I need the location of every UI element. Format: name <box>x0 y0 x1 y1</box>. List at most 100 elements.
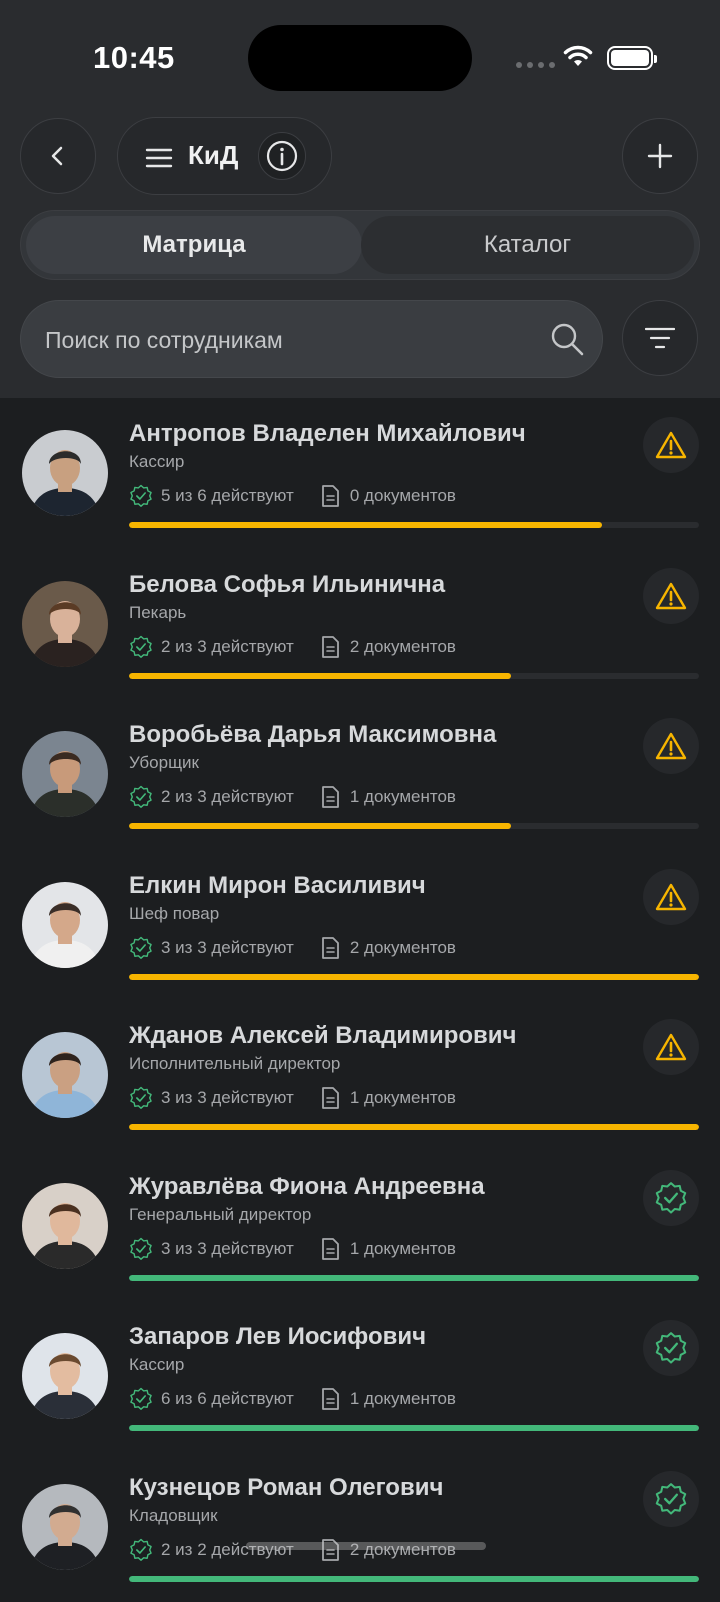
employee-row[interactable]: Воробьёва Дарья Максимовна Уборщик 2 из 3 … <box>0 699 720 850</box>
employee-name: Воробьёва Дарья Максимовна <box>129 721 496 749</box>
wifi-icon <box>562 44 594 68</box>
documents-count-label: 1 документов <box>350 1239 456 1259</box>
avatar-photo <box>22 731 108 817</box>
progress-fill <box>129 1425 699 1431</box>
employee-row[interactable]: Жданов Алексей ВладимировичИсполнительны… <box>0 1000 720 1151</box>
home-indicator[interactable] <box>246 1542 486 1550</box>
active-count: 2 из 3 действуют <box>129 635 294 659</box>
employee-role: Кассир <box>129 1355 184 1375</box>
employee-role: Генеральный директор <box>129 1205 311 1225</box>
employee-row[interactable]: Елкин Мирон ВасиливичШеф повар3 из 3 дей… <box>0 850 720 1001</box>
battery-icon <box>607 46 653 70</box>
page-title: КиД <box>188 140 238 171</box>
avatar <box>22 1032 108 1118</box>
employee-name: Антропов Владелен Михайлович <box>129 420 526 448</box>
avatar <box>22 1484 108 1570</box>
employee-meta: 5 из 6 действуют0 документов <box>129 484 456 508</box>
add-button[interactable] <box>622 118 698 194</box>
progress-fill <box>129 1576 699 1582</box>
employee-role: Кладовщик <box>129 1506 218 1526</box>
employee-row[interactable]: Кузнецов Роман ОлеговичКладовщик2 из 2 д… <box>0 1452 720 1602</box>
verified-badge-icon <box>654 1331 688 1365</box>
active-count-label: 2 из 3 действуют <box>161 637 294 657</box>
status-button[interactable] <box>643 568 699 624</box>
check-badge-icon <box>129 484 153 508</box>
status-button[interactable] <box>643 718 699 774</box>
avatar-photo <box>22 1333 108 1419</box>
tab-matrix[interactable]: Матрица <box>26 216 362 274</box>
status-button[interactable] <box>643 869 699 925</box>
check-badge-icon <box>129 785 153 809</box>
active-count: 6 из 6 действуют <box>129 1387 294 1411</box>
warning-icon <box>655 882 687 912</box>
view-switcher: Матрица Каталог <box>20 210 700 280</box>
documents-count: 2 документов <box>320 936 456 960</box>
documents-count: 1 документов <box>320 785 456 809</box>
employee-name: Жданов Алексей Владимирович <box>129 1022 516 1050</box>
active-count: 3 из 3 действуют <box>129 936 294 960</box>
info-button[interactable] <box>258 132 306 180</box>
progress-bar <box>129 522 699 528</box>
status-button[interactable] <box>643 1019 699 1075</box>
warning-icon <box>655 430 687 460</box>
active-count: 5 из 6 действуют <box>129 484 294 508</box>
avatar-photo <box>22 1183 108 1269</box>
documents-count-label: 2 документов <box>350 938 456 958</box>
avatar <box>22 1333 108 1419</box>
document-icon <box>320 1086 340 1110</box>
documents-count-label: 1 документов <box>350 1088 456 1108</box>
active-count: 3 из 3 действуют <box>129 1237 294 1261</box>
search-icon[interactable] <box>549 321 585 357</box>
avatar <box>22 1183 108 1269</box>
employee-role: Пекарь <box>129 603 186 623</box>
status-button[interactable] <box>643 1320 699 1376</box>
documents-count: 1 документов <box>320 1237 456 1261</box>
progress-bar <box>129 1124 699 1130</box>
documents-count: 1 документов <box>320 1086 456 1110</box>
check-badge-icon <box>129 1237 153 1261</box>
employee-row[interactable]: Журавлёва Фиона Андреевна Генеральный дир… <box>0 1151 720 1302</box>
status-button[interactable] <box>643 417 699 473</box>
active-count-label: 3 из 3 действуют <box>161 1088 294 1108</box>
employee-meta: 2 из 3 действуют 1 документов <box>129 785 456 809</box>
search-input[interactable] <box>43 317 537 363</box>
active-count-label: 5 из 6 действуют <box>161 486 294 506</box>
employee-name: Журавлёва Фиона Андреевна <box>129 1173 485 1201</box>
status-button[interactable] <box>643 1170 699 1226</box>
employee-row[interactable]: Запаров Лев Иосифович Кассир 6 из 6 действ… <box>0 1301 720 1452</box>
employee-meta: 3 из 3 действуют 1 документов <box>129 1237 456 1261</box>
dynamic-island <box>248 25 472 91</box>
filter-button[interactable] <box>622 300 698 376</box>
documents-count: 1 документов <box>320 1387 456 1411</box>
progress-fill <box>129 823 511 829</box>
employee-meta: 3 из 3 действуют 1 документов <box>129 1086 456 1110</box>
warning-icon <box>655 581 687 611</box>
back-button[interactable] <box>20 118 96 194</box>
warning-icon <box>655 731 687 761</box>
document-icon <box>320 936 340 960</box>
plus-icon <box>647 143 673 169</box>
avatar-photo <box>22 882 108 968</box>
check-badge-icon <box>129 936 153 960</box>
top-panel: 10:45 КиД Матрица Каталог <box>0 0 720 398</box>
document-icon <box>320 635 340 659</box>
avatar-photo <box>22 430 108 516</box>
progress-bar <box>129 823 699 829</box>
progress-bar <box>129 1425 699 1431</box>
employee-list: Антропов Владелен Михайлович Кассир 5 из 6… <box>0 398 720 1602</box>
menu-icon[interactable] <box>145 148 173 168</box>
employee-row[interactable]: Антропов Владелен МихайловичКассир5 из 6… <box>0 398 720 549</box>
employee-name: Запаров Лев Иосифович <box>129 1323 426 1351</box>
tab-catalog[interactable]: Каталог <box>361 216 694 274</box>
progress-fill <box>129 673 511 679</box>
document-icon <box>320 785 340 809</box>
section-title-pill[interactable]: КиД <box>117 117 332 195</box>
employee-row[interactable]: Белова Софья ИльиничнаПекарь2 из 3 дейст… <box>0 549 720 700</box>
employee-role: Уборщик <box>129 753 199 773</box>
employee-meta: 2 из 3 действуют2 документов <box>129 635 456 659</box>
active-count-label: 2 из 3 действуют <box>161 787 294 807</box>
avatar-photo <box>22 581 108 667</box>
employee-meta: 3 из 3 действуют 2 документов <box>129 936 456 960</box>
status-button[interactable] <box>643 1471 699 1527</box>
avatar <box>22 731 108 817</box>
